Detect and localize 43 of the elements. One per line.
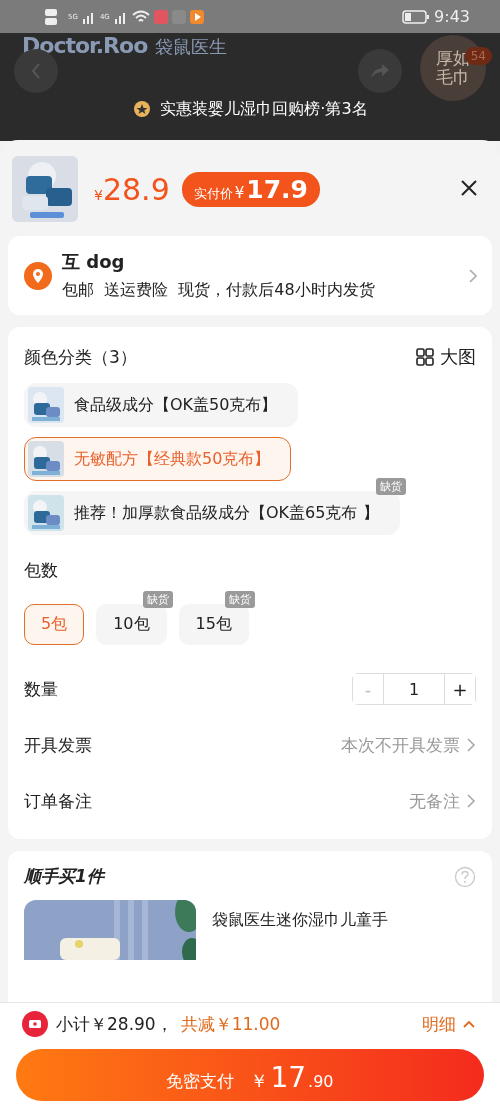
variant-option[interactable]: 推荐！加厚款食品级成分【OK盖65克布 】 — [24, 491, 400, 535]
grid-icon — [416, 348, 434, 366]
chevron-right-icon — [466, 793, 476, 809]
address-name: 互 dog — [62, 250, 126, 274]
caret-up-icon — [462, 1019, 476, 1029]
back-icon — [30, 62, 42, 80]
play-app-icon — [189, 9, 204, 24]
pay-button[interactable]: 免密支付 ￥17.90 — [16, 1049, 484, 1101]
section-title: 顺手买1件 — [24, 865, 104, 888]
out-of-stock-tag: 缺货 — [375, 478, 406, 495]
price: ¥28.9 — [94, 171, 170, 207]
row-label: 开具发票 — [24, 733, 92, 757]
row-label: 订单备注 — [24, 789, 92, 813]
brand-logo: Doctor.Roo — [22, 33, 148, 58]
pack-option[interactable]: 15包 — [178, 604, 249, 645]
chevron-right-icon — [466, 737, 476, 753]
pack-option[interactable]: 10包 — [96, 604, 167, 645]
product-title[interactable]: 袋鼠医生迷你湿巾儿童手 — [212, 910, 388, 960]
subtotal-text: 小计￥28.90， — [56, 1012, 173, 1036]
share-button[interactable] — [358, 49, 402, 93]
section-title: 颜色分类（3） — [24, 345, 137, 369]
wifi-icon — [131, 9, 150, 24]
app-icon — [153, 9, 168, 24]
final-price-badge: 实付价¥17.9 — [181, 171, 320, 207]
quantity-label: 数量 — [24, 677, 58, 701]
ranking-text: 实惠装婴儿湿巾回购榜·第3名 — [160, 99, 368, 120]
battery-icon — [402, 9, 431, 24]
details-button[interactable]: 明细 — [422, 1012, 476, 1036]
chevron-right-icon — [468, 267, 478, 284]
coupon-icon — [22, 1011, 48, 1037]
location-icon — [24, 261, 52, 290]
out-of-stock-tag: 缺货 — [142, 591, 173, 608]
out-of-stock-tag: 缺货 — [224, 591, 255, 608]
discount-text: 共减￥11.00 — [180, 1012, 281, 1036]
medal-icon — [132, 99, 153, 120]
address-card[interactable]: 互 dog 包邮 送运费险 现货，付款后48小时内发货 — [8, 236, 492, 315]
section-title: 包数 — [24, 559, 59, 582]
variant-option[interactable]: 食品级成分【OK盖50克布】 — [24, 383, 299, 427]
status-time: 9:43 — [434, 7, 470, 26]
close-icon — [460, 178, 478, 197]
brand-name: 袋鼠医生 — [155, 35, 228, 59]
delivery-info: 包邮 送运费险 现货，付款后48小时内发货 — [62, 280, 376, 301]
large-view-button[interactable]: 大图 — [416, 345, 476, 369]
